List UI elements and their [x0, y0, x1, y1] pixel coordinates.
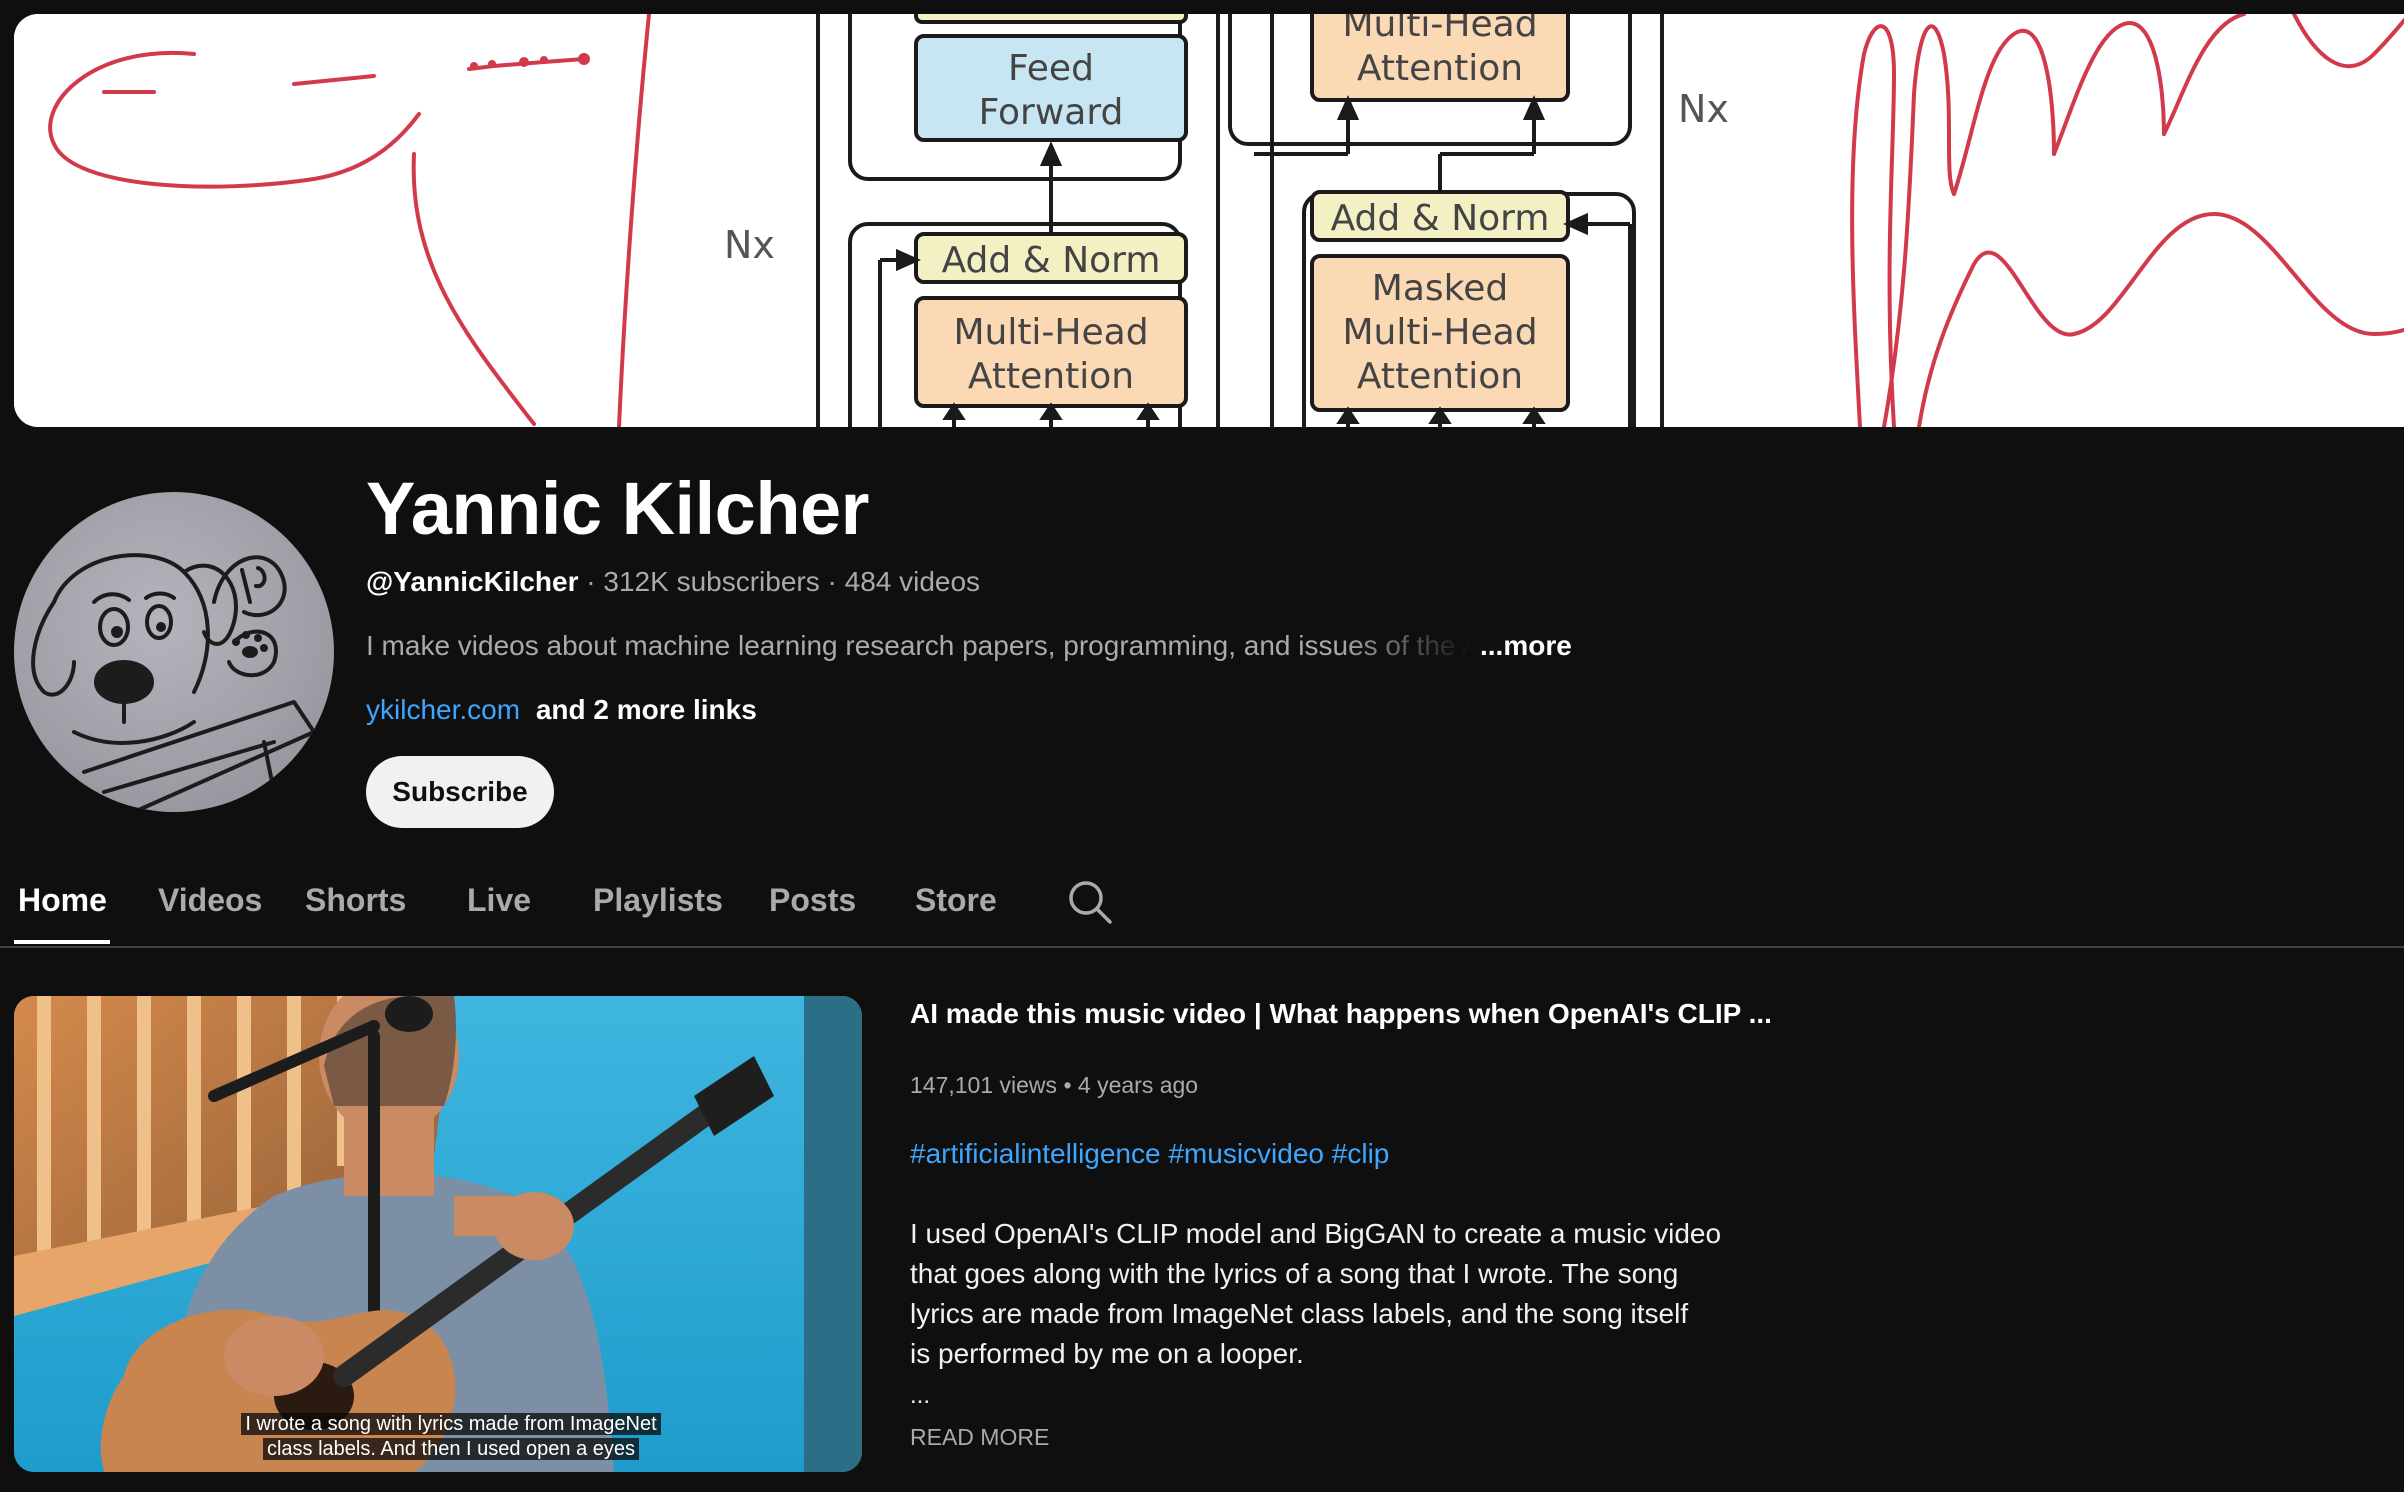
- meta-separator: ·: [819, 566, 845, 597]
- masked-label-1: Masked: [1372, 268, 1508, 309]
- channel-website-link[interactable]: ykilcher.com: [366, 694, 520, 725]
- subscriber-count: 312K subscribers: [603, 566, 820, 597]
- banner-artwork: Feed Forward Add & Norm Multi-Head Atten…: [14, 14, 2404, 427]
- channel-description-text: I make videos about machine learning res…: [366, 630, 1472, 661]
- channel-links: ykilcher.com and 2 more links: [366, 694, 757, 726]
- hashtags: #artificialintelligence #musicvideo #cli…: [910, 1138, 1389, 1170]
- featured-video-description: I used OpenAI's CLIP model and BigGAN to…: [910, 1214, 1730, 1374]
- masked-label-3: Attention: [1357, 356, 1523, 397]
- active-tab-indicator: [14, 940, 110, 944]
- tab-playlists[interactable]: Playlists: [593, 882, 723, 919]
- meta-dot: •: [1063, 1072, 1072, 1098]
- channel-handle: @YannicKilcher: [366, 566, 579, 597]
- featured-video-title[interactable]: AI made this music video | What happens …: [910, 998, 1772, 1030]
- video-caption: I wrote a song with lyrics made from Ima…: [226, 1412, 676, 1462]
- channel-page: Feed Forward Add & Norm Multi-Head Atten…: [0, 0, 2404, 1492]
- subscribe-button[interactable]: Subscribe: [366, 756, 554, 828]
- masked-label-2: Multi-Head: [1342, 312, 1537, 353]
- feed-forward-label-1: Feed: [1008, 48, 1094, 89]
- caption-line-2: class labels. And then I used open a eye…: [262, 1438, 640, 1460]
- featured-video-meta: 147,101 views • 4 years ago: [910, 1072, 1198, 1099]
- hashtag-link[interactable]: #musicvideo: [1168, 1138, 1324, 1169]
- channel-description[interactable]: I make videos about machine learning res…: [366, 630, 1572, 662]
- channel-tabs: Home Videos Shorts Live Playlists Posts …: [0, 858, 2404, 948]
- channel-banner: Feed Forward Add & Norm Multi-Head Atten…: [14, 14, 2404, 427]
- description-line: I used OpenAI's CLIP model and BigGAN to…: [910, 1218, 1722, 1249]
- mha-encoder-label-2: Attention: [968, 356, 1134, 397]
- channel-name: Yannic Kilcher: [366, 467, 869, 550]
- channel-avatar[interactable]: [14, 492, 334, 812]
- nx-left-label: Nx: [724, 223, 775, 267]
- feed-forward-label-2: Forward: [979, 92, 1124, 133]
- tab-shorts[interactable]: Shorts: [305, 882, 406, 919]
- nx-right-label: Nx: [1678, 87, 1729, 131]
- video-count: 484 videos: [844, 566, 981, 597]
- video-age: 4 years ago: [1077, 1072, 1199, 1098]
- tab-videos[interactable]: Videos: [158, 882, 262, 919]
- thumbnail-image: [14, 996, 862, 1472]
- caption-line-1: I wrote a song with lyrics made from Ima…: [241, 1413, 661, 1435]
- read-more-button[interactable]: READ MORE: [910, 1424, 1049, 1451]
- view-count: 147,101 views: [910, 1072, 1058, 1098]
- tab-posts[interactable]: Posts: [769, 882, 856, 919]
- tab-home[interactable]: Home: [18, 882, 107, 919]
- meta-separator: ·: [578, 566, 604, 597]
- description-line: lyrics are made from ImageNet class labe…: [910, 1298, 1689, 1329]
- tab-store[interactable]: Store: [915, 882, 997, 919]
- description-more-button[interactable]: ...more: [1480, 630, 1572, 662]
- add-norm-decoder-label: Add & Norm: [1331, 198, 1550, 239]
- channel-meta: @YannicKilcher · 312K subscribers · 484 …: [366, 566, 980, 598]
- description-line: is performed by me on a looper.: [910, 1338, 1304, 1369]
- description-line: that goes along with the lyrics of a son…: [910, 1258, 1679, 1289]
- more-links-button[interactable]: and 2 more links: [536, 694, 757, 725]
- description-ellipsis: ...: [910, 1382, 931, 1409]
- tab-live[interactable]: Live: [467, 882, 531, 919]
- mha-decoder-top-label-2: Attention: [1357, 48, 1523, 89]
- add-norm-encoder-label: Add & Norm: [942, 240, 1161, 281]
- search-icon[interactable]: [1066, 878, 1114, 926]
- avatar-dog-drawing: [31, 553, 316, 812]
- hashtag-link[interactable]: #clip: [1332, 1138, 1390, 1169]
- mha-decoder-top-label-1: Multi-Head: [1342, 14, 1537, 45]
- featured-video-thumbnail[interactable]: I wrote a song with lyrics made from Ima…: [14, 996, 862, 1472]
- hashtag-link[interactable]: #artificialintelligence: [910, 1138, 1161, 1169]
- mha-encoder-label-1: Multi-Head: [953, 312, 1148, 353]
